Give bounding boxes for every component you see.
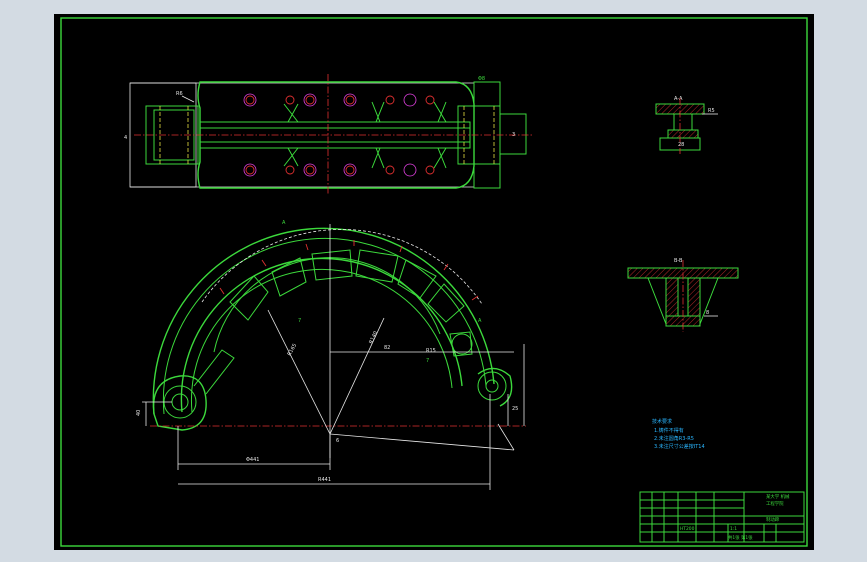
note-line-1: 1.铸件不得有 [654,427,684,434]
title-block: 某大学 机械 工程学院 制动蹄 HT200 1:1 共1张 第1张 [639,491,805,543]
svg-text:R165: R165 [287,343,299,357]
cad-drawing: R6 Φ8 4 3 Φ441 R441 R165 R140 82 40 25 R… [60,17,808,547]
svg-text:8: 8 [706,310,709,316]
svg-text:R6: R6 [176,91,183,97]
svg-text:7: 7 [426,358,429,364]
top-view: R6 Φ8 4 3 [124,74,532,194]
svg-text:40: 40 [136,410,142,416]
svg-text:R15: R15 [426,348,436,354]
svg-text:4: 4 [124,135,127,141]
svg-text:28: 28 [678,142,684,148]
svg-text:A: A [478,318,482,324]
title-sheet: 共1张 第1张 [728,534,753,541]
title-school-2: 工程学院 [766,500,784,507]
svg-text:25: 25 [512,406,518,412]
svg-text:6: 6 [336,438,339,444]
svg-text:A: A [282,220,286,226]
notes-heading: 技术要求 [652,418,672,425]
svg-text:3: 3 [512,132,515,138]
section-a-label: A-A [674,96,683,102]
note-line-3: 3.未注尺寸公差按IT14 [654,443,705,450]
cad-drawing-area: R6 Φ8 4 3 Φ441 R441 R165 R140 82 40 25 R… [54,14,814,550]
svg-text:7: 7 [298,318,301,324]
note-line-2: 2.未注圆角R3-R5 [654,435,694,442]
title-school-1: 某大学 机械 [766,493,790,500]
svg-text:R140: R140 [368,330,379,344]
dim-inner-label: Φ441 [246,457,259,463]
svg-text:82: 82 [384,345,390,351]
title-material: HT200 [680,526,695,532]
title-scale: 1:1 [730,526,737,532]
section-a-a: A-A R5 28 [655,96,718,154]
section-b-label: B-B [674,258,683,264]
svg-text:Φ8: Φ8 [478,76,485,82]
dim-overall-label: R441 [318,477,331,483]
front-view: Φ441 R441 R165 R140 82 40 25 R15 6 7 7 A… [136,220,526,490]
technical-notes: 技术要求 1.铸件不得有 2.未注圆角R3-R5 3.未注尺寸公差按IT14 [652,418,705,450]
svg-text:R5: R5 [708,108,715,114]
section-b-b: B-B 8 [627,258,739,332]
title-part-name: 制动蹄 [766,516,780,523]
